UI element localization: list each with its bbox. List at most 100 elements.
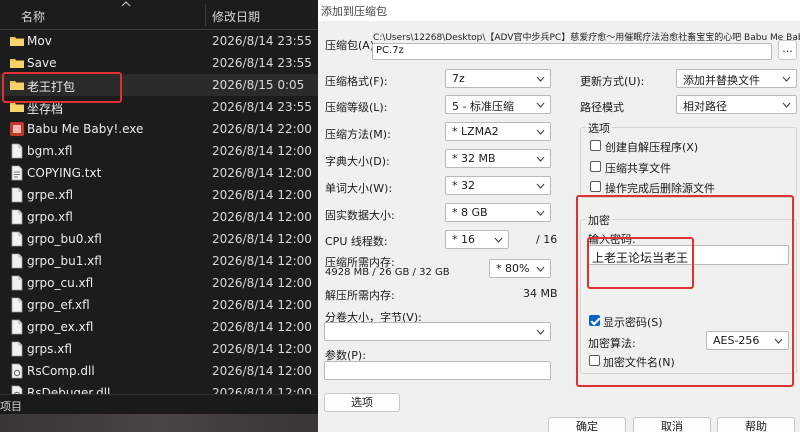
file-row[interactable]: Save 2026/8/14 23:55 xyxy=(0,52,318,74)
dll-icon xyxy=(9,363,25,379)
file-date: 2026/8/14 12:00 xyxy=(212,166,312,180)
memory-usage-value: * 80% xyxy=(496,262,530,275)
encrypt-filenames-label[interactable]: 加密文件名(N) xyxy=(603,354,675,370)
file-row[interactable]: 老王打包 2026/8/15 0:05 xyxy=(0,74,318,96)
sfx-label[interactable]: 创建自解压程序(X) xyxy=(605,139,698,155)
solid-size-select[interactable]: * 8 GB xyxy=(445,203,551,222)
show-password-checkbox[interactable] xyxy=(589,315,600,326)
level-value: 5 - 标准压缩 xyxy=(452,100,514,113)
archive-path-text: C:\Users\12268\Desktop\【ADV官中步兵PC】慈爱疗愈～用… xyxy=(373,33,800,43)
chevron-down-icon xyxy=(536,156,545,162)
word-size-select[interactable]: * 32 xyxy=(445,176,551,195)
file-name: grpo_ex.xfl xyxy=(27,320,94,334)
chevron-down-icon xyxy=(782,102,791,108)
decompress-memory-label: 解压所需内存: xyxy=(325,289,395,302)
chevron-down-icon xyxy=(494,237,503,243)
file-date: 2026/8/14 22:00 xyxy=(212,122,312,136)
split-volume-select[interactable] xyxy=(324,322,551,341)
file-name: Babu Me Baby!.exe xyxy=(27,122,144,136)
cancel-button[interactable]: 取消 xyxy=(633,417,711,432)
file-row[interactable]: grpo_bu1.xfl 2026/8/14 12:00 xyxy=(0,250,318,272)
browse-button[interactable]: ... xyxy=(778,40,797,60)
method-label: 压缩方法(M): xyxy=(325,128,391,141)
file-date: 2026/8/14 12:00 xyxy=(212,144,312,158)
word-size-value: * 32 xyxy=(452,179,475,192)
chevron-down-icon xyxy=(536,76,545,82)
encryption-group-title: 加密 xyxy=(586,212,612,228)
level-select[interactable]: 5 - 标准压缩 xyxy=(445,95,551,114)
file-row[interactable]: grpe.xfl 2026/8/14 12:00 xyxy=(0,184,318,206)
file-row[interactable]: grpo_ef.xfl 2026/8/14 12:00 xyxy=(0,294,318,316)
file-name: bgm.xfl xyxy=(27,144,73,158)
file-icon xyxy=(9,209,25,225)
file-row[interactable]: 坐存档 2026/8/14 23:55 xyxy=(0,96,318,118)
file-row[interactable]: grps.xfl 2026/8/14 12:00 xyxy=(0,338,318,360)
dictionary-value: * 32 MB xyxy=(452,152,496,165)
chevron-down-icon xyxy=(536,210,545,216)
file-name: grps.xfl xyxy=(27,342,72,356)
sort-chevron-icon xyxy=(121,1,131,7)
sfx-checkbox[interactable] xyxy=(590,140,601,151)
ok-button[interactable]: 确定 xyxy=(548,417,626,432)
shared-files-checkbox[interactable] xyxy=(590,161,601,172)
cpu-threads-label: CPU 线程数: xyxy=(325,235,388,248)
folder-icon xyxy=(9,55,25,71)
show-password-label[interactable]: 显示密码(S) xyxy=(603,314,663,330)
file-row[interactable]: bgm.xfl 2026/8/14 12:00 xyxy=(0,140,318,162)
column-header: 名称 修改日期 xyxy=(0,0,318,30)
memory-usage-select[interactable]: * 80% xyxy=(489,259,551,278)
dialog-title: 添加到压缩包 xyxy=(321,5,387,18)
password-input[interactable]: 上老王论坛当老王 xyxy=(588,245,789,265)
format-select[interactable]: 7z xyxy=(445,69,551,88)
file-icon xyxy=(9,253,25,269)
chevron-down-icon xyxy=(536,129,545,135)
file-name: COPYING.txt xyxy=(27,166,102,180)
help-button[interactable]: 帮助 xyxy=(717,417,795,432)
shared-files-label[interactable]: 压缩共享文件 xyxy=(605,160,671,176)
column-divider[interactable] xyxy=(205,4,206,26)
file-icon xyxy=(9,297,25,313)
delete-after-label[interactable]: 操作完成后删除源文件 xyxy=(605,180,715,196)
options-group-title: 选项 xyxy=(586,120,612,136)
file-name: grpe.xfl xyxy=(27,188,74,202)
file-icon xyxy=(9,231,25,247)
cpu-threads-select[interactable]: * 16 xyxy=(445,230,509,249)
file-date: 2026/8/14 23:55 xyxy=(212,34,312,48)
column-name-header[interactable]: 名称 xyxy=(21,8,45,25)
chevron-down-icon xyxy=(536,329,545,335)
dictionary-select[interactable]: * 32 MB xyxy=(445,149,551,168)
file-row[interactable]: Mov 2026/8/14 23:55 xyxy=(0,30,318,52)
file-row[interactable]: grpo_ex.xfl 2026/8/14 12:00 xyxy=(0,316,318,338)
file-row[interactable]: Babu Me Baby!.exe 2026/8/14 22:00 xyxy=(0,118,318,140)
file-explorer: 名称 修改日期 Mov 2026/8/14 23:55 Save 2026/8/14 … xyxy=(0,0,318,432)
file-name: RsComp.dll xyxy=(27,364,95,378)
file-date: 2026/8/14 12:00 xyxy=(212,320,312,334)
method-select[interactable]: * LZMA2 xyxy=(445,122,551,141)
path-mode-select[interactable]: 相对路径 xyxy=(676,95,797,114)
file-row[interactable]: grpo_bu0.xfl 2026/8/14 12:00 xyxy=(0,228,318,250)
folder-icon xyxy=(9,33,25,49)
file-row[interactable]: RsComp.dll 2026/8/14 12:00 xyxy=(0,360,318,382)
file-row[interactable]: grpo.xfl 2026/8/14 12:00 xyxy=(0,206,318,228)
file-row[interactable]: COPYING.txt 2026/8/14 12:00 xyxy=(0,162,318,184)
archive-path-input[interactable]: PC.7z xyxy=(372,43,772,60)
path-mode-label: 路径模式 xyxy=(580,101,624,114)
delete-after-checkbox[interactable] xyxy=(590,181,601,192)
folder-icon xyxy=(9,99,25,115)
parameters-input[interactable] xyxy=(324,361,551,380)
file-date: 2026/8/14 23:55 xyxy=(212,56,312,70)
file-row[interactable]: grpo_cu.xfl 2026/8/14 12:00 xyxy=(0,272,318,294)
file-icon xyxy=(9,275,25,291)
format-value: 7z xyxy=(452,72,465,85)
encryption-method-select[interactable]: AES-256 xyxy=(706,331,789,350)
column-modified-header[interactable]: 修改日期 xyxy=(212,8,260,25)
options-button[interactable]: 选项 xyxy=(324,393,400,412)
status-text: 项目 xyxy=(0,400,22,413)
archive-path-input-value: PC.7z xyxy=(376,45,404,56)
encrypt-filenames-checkbox[interactable] xyxy=(589,355,600,366)
update-mode-select[interactable]: 添加并替换文件 xyxy=(676,69,797,88)
file-name: grpo.xfl xyxy=(27,210,73,224)
solid-size-label: 固实数据大小: xyxy=(325,209,395,222)
dialog-titlebar[interactable]: 添加到压缩包 xyxy=(318,0,800,21)
dictionary-label: 字典大小(D): xyxy=(325,155,390,168)
